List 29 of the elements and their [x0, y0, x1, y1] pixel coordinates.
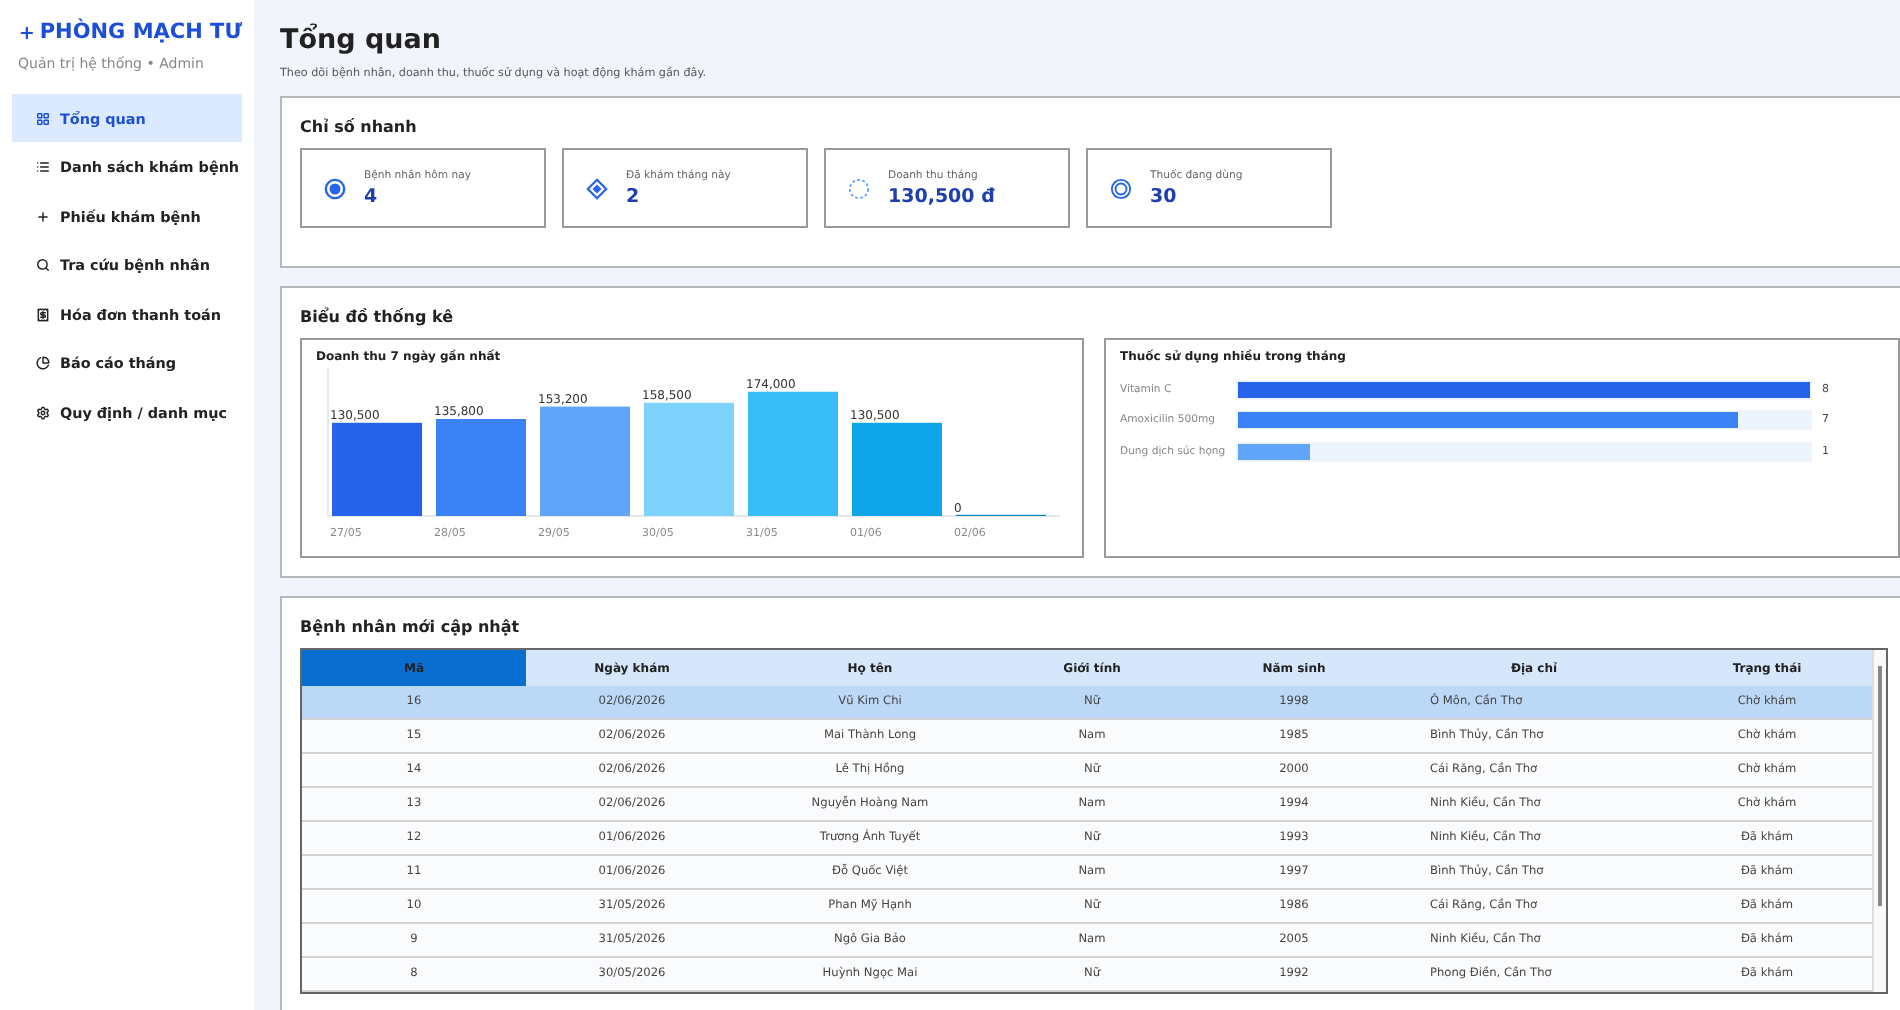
stat-value: 130,500 đ — [888, 185, 995, 207]
page-title: Tổng quan — [280, 24, 443, 56]
receipt-icon — [36, 307, 50, 321]
chart-bar — [748, 391, 838, 516]
chart-bar — [436, 419, 526, 516]
section-title: Bệnh nhân mới cập nhật — [300, 618, 522, 636]
pie-chart-icon — [36, 356, 50, 370]
plus-icon — [36, 209, 50, 223]
chart-bar — [1238, 443, 1310, 460]
scrollbar[interactable] — [1872, 650, 1886, 992]
chart-bar — [644, 402, 734, 516]
dashed-circle-icon — [848, 177, 870, 199]
settings-icon — [36, 405, 50, 419]
radio-icon — [324, 177, 346, 199]
section-title: Chỉ số nhanh — [300, 118, 419, 136]
chart-bar — [540, 406, 630, 516]
rings-icon — [1110, 177, 1132, 199]
chart-bar — [332, 422, 422, 516]
stat-value: 4 — [364, 185, 380, 207]
app-title: PHÒNG MẠCH TƯ — [39, 20, 242, 44]
plus-icon — [18, 21, 36, 43]
list-icon — [36, 160, 50, 174]
stat-value: 2 — [626, 185, 642, 207]
section-title: Biểu đồ thống kê — [300, 308, 456, 326]
stat-value: 30 — [1150, 185, 1179, 207]
search-icon — [36, 258, 50, 272]
diamond-icon — [586, 177, 608, 199]
chart-bar — [852, 422, 942, 516]
grid-icon — [36, 111, 50, 125]
